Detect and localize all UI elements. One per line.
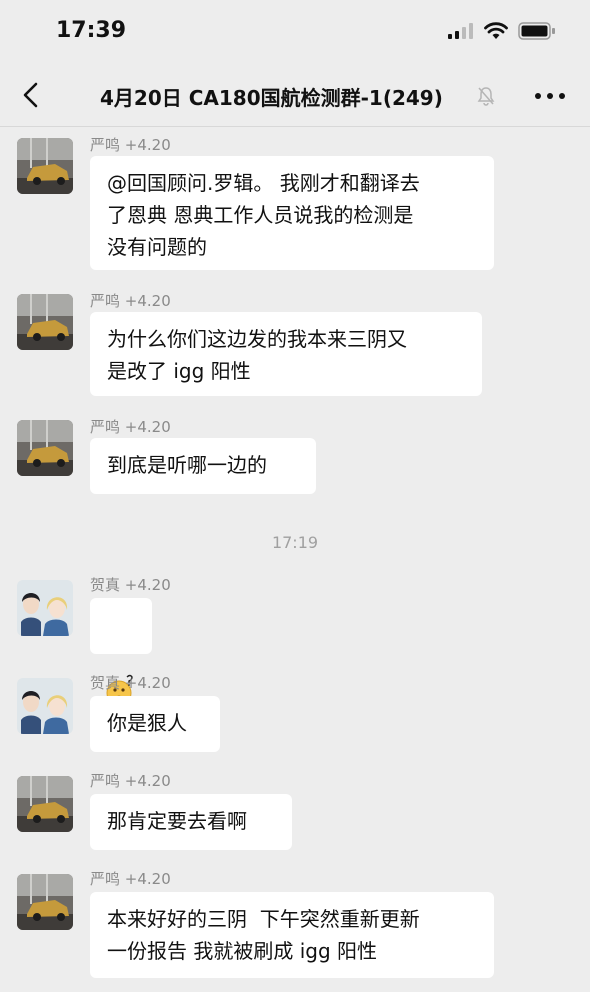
couple-avatar-icon [17, 580, 73, 636]
message-bubble[interactable]: 为什么你们这边发的我本来三阴又 是改了 igg 阳性 [90, 312, 482, 396]
car-avatar-icon [17, 138, 73, 194]
sender-name: 严鸣 +4.20 [90, 772, 171, 790]
back-arrow-icon[interactable] [14, 78, 48, 112]
sender-name: 贺真 +4.20 [90, 576, 171, 594]
more-options-icon[interactable] [532, 88, 568, 104]
car-avatar-icon [17, 294, 73, 350]
status-bar: 17:39 [0, 0, 590, 66]
sender-avatar[interactable] [17, 138, 73, 194]
status-time: 17:39 [56, 18, 127, 43]
car-avatar-icon [17, 420, 73, 476]
message-bubble[interactable]: @回国顾问.罗辑。 我刚才和翻译去 了恩典 恩典工作人员说我的检测是 没有问题的 [90, 156, 494, 270]
battery-icon [518, 22, 555, 40]
sender-avatar[interactable] [17, 776, 73, 832]
sender-name: 严鸣 +4.20 [90, 418, 171, 436]
message-bubble[interactable]: 到底是听哪一边的 [90, 438, 316, 494]
sender-avatar[interactable] [17, 420, 73, 476]
sender-name: 严鸣 +4.20 [90, 136, 171, 154]
sender-avatar[interactable] [17, 874, 73, 930]
chat-title: 4月20日 CA180国航检测群-1(249) [100, 86, 443, 110]
sender-name: 严鸣 +4.20 [90, 292, 171, 310]
message-bubble[interactable]: 你是狠人 [90, 696, 220, 752]
car-avatar-icon [17, 776, 73, 832]
time-separator: 17:19 [271, 533, 319, 552]
car-avatar-icon [17, 874, 73, 930]
sender-name: 严鸣 +4.20 [90, 870, 171, 888]
chat-header: 4月20日 CA180国航检测群-1(249) [0, 66, 590, 127]
message-bubble-emoji[interactable] [90, 598, 152, 706]
sender-avatar[interactable] [17, 580, 73, 636]
mute-bell-icon [477, 87, 495, 106]
wifi-icon [484, 22, 508, 39]
message-bubble[interactable]: 那肯定要去看啊 [90, 794, 292, 850]
sender-avatar[interactable] [17, 678, 73, 734]
sender-name: 贺真 +4.20 [90, 674, 171, 692]
status-icons [448, 22, 556, 40]
message-bubble[interactable]: 本来好好的三阴 下午突然重新更新 一份报告 我就被刷成 igg 阳性 [90, 892, 494, 978]
couple-avatar-icon [17, 678, 73, 734]
cellular-signal-icon [448, 23, 473, 39]
sender-avatar[interactable] [17, 294, 73, 350]
